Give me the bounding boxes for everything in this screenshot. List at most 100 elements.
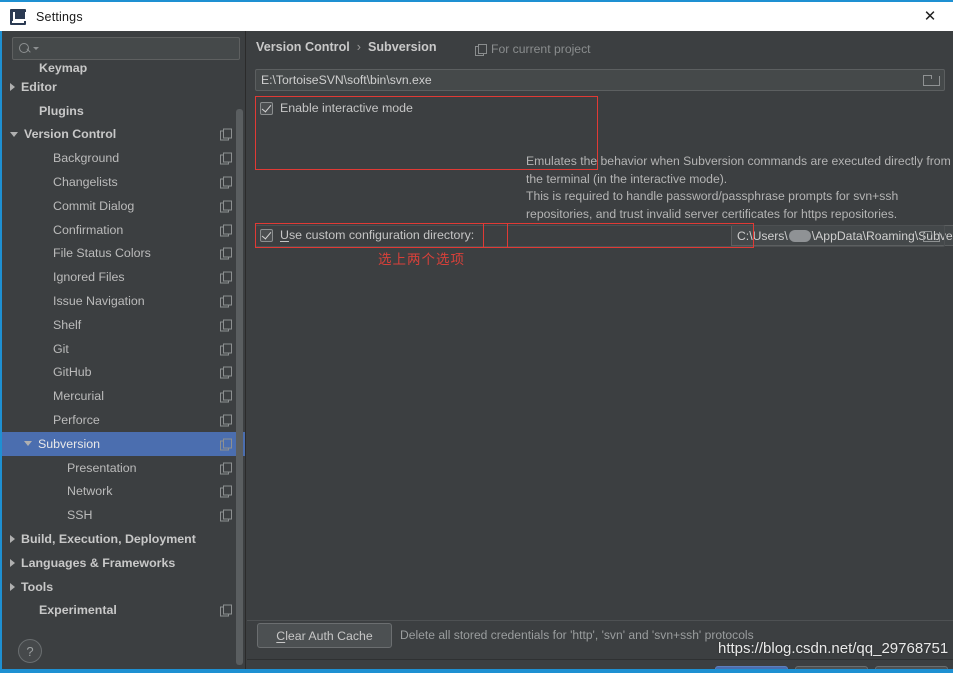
copy-icon [220,366,232,379]
copy-icon [220,128,232,141]
folder-icon[interactable] [923,74,940,86]
copy-icon [220,319,232,332]
annotation-note: 选上两个选项 [378,252,465,268]
copy-icon [220,438,232,451]
clear-auth-cache-mnemonic: C [276,628,286,643]
watermark: https://blog.csdn.net/qq_29768751 [718,640,949,657]
search-box[interactable] [12,37,240,60]
sidebar-item-changelists[interactable]: Changelists [2,170,246,194]
sidebar-item-label: Languages & Frameworks [21,555,176,570]
chevron-down-icon[interactable] [24,441,32,447]
sidebar-item-label: Subversion [38,436,100,451]
search-box-wrapper [12,37,240,60]
copy-icon [220,414,232,427]
sidebar-scrollbar[interactable] [236,69,243,669]
sidebar-item-label: Keymap [39,63,88,75]
settings-main-panel: Version Control › Subversion For current… [247,31,953,673]
for-current-project-text: For current project [491,42,591,56]
copy-icon [220,200,232,213]
sidebar-item-version-control[interactable]: Version Control [2,123,246,147]
sidebar-item-github[interactable]: GitHub [2,361,246,385]
enable-interactive-mode-row[interactable]: Enable interactive mode [260,101,413,115]
copy-icon [220,176,232,189]
chevron-right-icon[interactable] [10,558,15,567]
sidebar-item-label: Ignored Files [53,270,125,285]
sidebar-item-experimental[interactable]: Experimental [2,599,246,623]
copy-icon [220,390,232,403]
sidebar-item-issue-navigation[interactable]: Issue Navigation [2,289,246,313]
sidebar-item-label: Commit Dialog [53,198,135,213]
description-line: repositories, and trust invalid server c… [526,206,898,221]
copy-icon [220,152,232,165]
sidebar-item-label: GitHub [53,365,92,380]
for-current-project-label: For current project [475,42,591,56]
sidebar-item-commit-dialog[interactable]: Commit Dialog [2,194,246,218]
sidebar-item-keymap[interactable]: Keymap [2,63,246,75]
sidebar-item-background[interactable]: Background [2,146,246,170]
sidebar-item-editor[interactable]: Editor [2,75,246,99]
enable-interactive-mode-checkbox[interactable] [260,102,273,115]
sidebar-item-build-execution-deployment[interactable]: Build, Execution, Deployment [2,527,246,551]
description-line: This is required to handle password/pass… [526,189,899,203]
folder-icon[interactable] [923,230,940,242]
sidebar-item-label: Changelists [53,175,118,190]
breadcrumb-parent[interactable]: Version Control [256,40,350,54]
sidebar-item-subversion[interactable]: Subversion [2,431,246,456]
chevron-right-icon[interactable] [10,535,15,544]
copy-icon [220,224,232,237]
sidebar-item-label: Plugins [39,103,84,118]
sidebar-item-git[interactable]: Git [2,337,246,361]
sidebar-scrollbar-thumb[interactable] [236,109,243,665]
clear-auth-cache-button[interactable]: Clear Auth Cache [257,623,392,648]
settings-dialog: Settings ✕ Keymap Editor Plugins Version Co… [0,0,953,673]
chevron-right-icon[interactable] [10,82,15,91]
settings-sidebar: Keymap Editor Plugins Version Control Backgr… [0,31,246,673]
sidebar-item-ssh[interactable]: SSH [2,503,246,527]
sidebar-item-label: Build, Execution, Deployment [21,532,196,547]
search-input[interactable] [39,41,239,56]
enable-interactive-mode-label: Enable interactive mode [280,101,413,115]
custom-config-dir-browse-row [255,225,945,247]
copy-icon [220,604,232,617]
sidebar-item-plugins[interactable]: Plugins [2,99,246,123]
button-bar-divider [247,659,953,660]
sidebar-item-confirmation[interactable]: Confirmation [2,218,246,242]
window-title: Settings [36,9,83,24]
help-button[interactable]: ? [18,639,42,663]
copy-icon [220,462,232,475]
copy-icon [220,271,232,284]
sidebar-item-label: Issue Navigation [53,294,145,309]
sidebar-item-network[interactable]: Network [2,480,246,504]
sidebar-divider [245,31,246,673]
sidebar-item-perforce[interactable]: Perforce [2,408,246,432]
sidebar-item-label: Shelf [53,317,82,332]
chevron-down-icon[interactable] [10,131,18,137]
sidebar-item-label: Editor [21,79,57,94]
sidebar-item-label: Presentation [67,460,137,475]
sidebar-item-languages-frameworks[interactable]: Languages & Frameworks [2,551,246,575]
svn-executable-field[interactable]: E:\TortoiseSVN\soft\bin\svn.exe [255,69,945,91]
breadcrumb-separator: › [356,40,361,54]
clear-auth-cache-label: lear Auth Cache [285,628,373,643]
sidebar-item-label: Mercurial [53,389,104,404]
title-bar: Settings ✕ [0,0,953,31]
chevron-right-icon[interactable] [10,582,15,591]
sidebar-item-shelf[interactable]: Shelf [2,313,246,337]
sidebar-item-mercurial[interactable]: Mercurial [2,384,246,408]
copy-icon [475,43,487,56]
search-icon [19,42,32,55]
settings-tree[interactable]: Keymap Editor Plugins Version Control Backgr… [2,63,246,638]
sidebar-item-label: File Status Colors [53,246,151,261]
sidebar-item-label: Experimental [39,603,117,618]
sidebar-item-label: Background [53,151,120,166]
sidebar-item-file-status-colors[interactable]: File Status Colors [2,242,246,266]
sidebar-item-tools[interactable]: Tools [2,575,246,599]
breadcrumb-current: Subversion [367,40,437,54]
close-icon[interactable]: ✕ [907,2,953,31]
sidebar-item-ignored-files[interactable]: Ignored Files [2,265,246,289]
sidebar-item-presentation[interactable]: Presentation [2,456,246,480]
description-line: Emulates the behavior when Subversion co… [526,154,951,168]
interactive-mode-description: Emulates the behavior when Subversion co… [526,153,953,223]
intellij-idea-icon [10,8,27,25]
sidebar-item-label: Perforce [53,413,100,428]
